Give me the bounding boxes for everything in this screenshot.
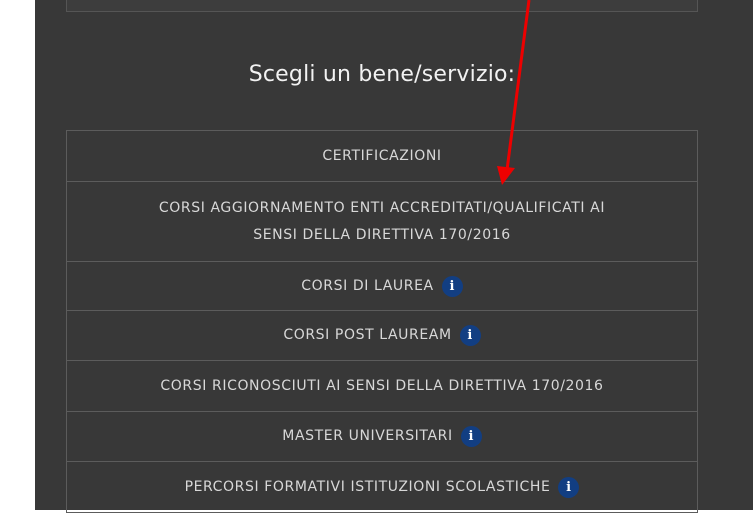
service-list: CERTIFICAZIONI CORSI AGGIORNAMENTO ENTI … <box>66 130 698 513</box>
info-icon[interactable]: i <box>558 476 580 498</box>
list-item-master-universitari[interactable]: MASTER UNIVERSITARI i <box>67 412 697 462</box>
list-item-label: CORSI DI LAUREA <box>301 277 434 294</box>
info-icon[interactable]: i <box>441 275 463 297</box>
list-item-corsi-riconosciuti[interactable]: CORSI RICONOSCIUTI AI SENSI DELLA DIRETT… <box>67 361 697 412</box>
list-item-percorsi-formativi[interactable]: PERCORSI FORMATIVI ISTITUZIONI SCOLASTIC… <box>67 462 697 512</box>
previous-section-edge <box>66 0 698 12</box>
list-item-label: CORSI RICONOSCIUTI AI SENSI DELLA DIRETT… <box>160 377 604 394</box>
list-item-certificazioni[interactable]: CERTIFICAZIONI <box>67 131 697 182</box>
list-item-corsi-post-lauream[interactable]: CORSI POST LAUREAM i <box>67 311 697 361</box>
list-item-label-line2: SENSI DELLA DIRETTIVA 170/2016 <box>253 226 511 243</box>
list-item-corsi-aggiornamento[interactable]: CORSI AGGIORNAMENTO ENTI ACCREDITATI/QUA… <box>67 182 697 262</box>
list-item-label: CORSI AGGIORNAMENTO ENTI ACCREDITATI/QUA… <box>158 199 606 216</box>
list-item-label: CERTIFICAZIONI <box>322 147 442 164</box>
info-icon[interactable]: i <box>459 325 481 346</box>
info-icon[interactable]: i <box>460 426 482 447</box>
list-item-label: MASTER UNIVERSITARI <box>282 428 453 444</box>
section-heading: Scegli un bene/servizio: <box>248 62 516 87</box>
list-item-label: CORSI POST LAUREAM <box>283 327 452 343</box>
list-item-label: PERCORSI FORMATIVI ISTITUZIONI SCOLASTIC… <box>184 478 551 495</box>
list-item-corsi-di-laurea[interactable]: CORSI DI LAUREA i <box>67 262 697 311</box>
